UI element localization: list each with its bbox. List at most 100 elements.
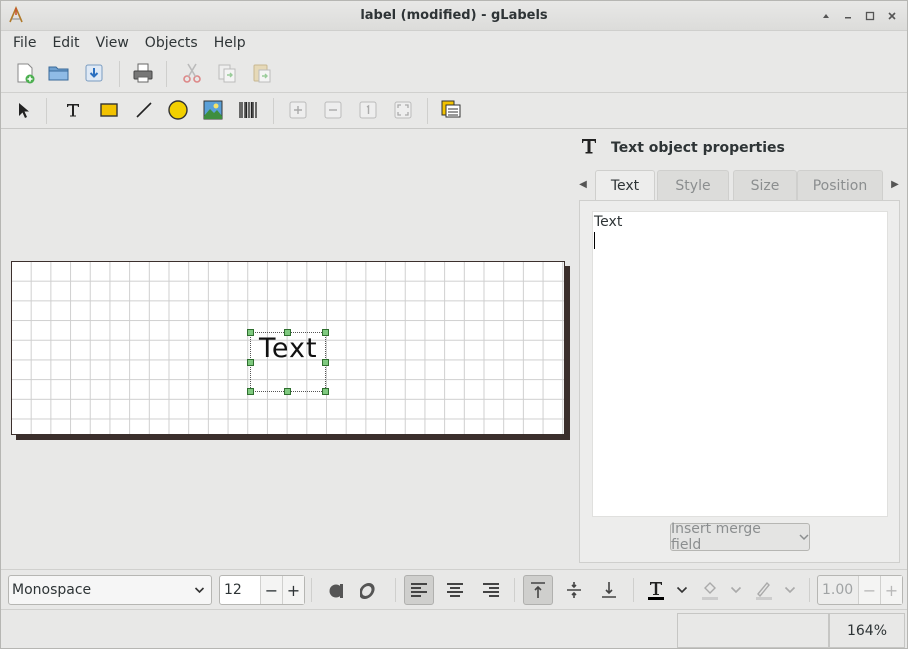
text-color-dropdown-icon[interactable]: [669, 575, 695, 605]
resize-handle-s[interactable]: [284, 388, 291, 395]
menu-file[interactable]: File: [5, 35, 44, 51]
cut-icon: [178, 59, 206, 87]
zoom-1to1-icon: [354, 96, 382, 124]
italic-icon[interactable]: [356, 575, 386, 605]
title-bar: label (modified) - gLabels: [1, 1, 907, 31]
print-icon[interactable]: [129, 59, 157, 87]
resize-handle-w[interactable]: [247, 359, 254, 366]
open-icon[interactable]: [45, 59, 73, 87]
font-size-value[interactable]: 12: [220, 582, 260, 598]
tab-scroll-right-icon[interactable]: ▶: [889, 176, 901, 192]
box-tool-icon[interactable]: [95, 96, 123, 124]
objects-toolbar: [1, 93, 907, 129]
menu-objects[interactable]: Objects: [137, 35, 206, 51]
line-width-spinner: 1.00 − +: [817, 575, 903, 605]
toolbar-separator: [119, 61, 120, 87]
zoom-out-icon: [319, 96, 347, 124]
status-bar: 164%: [1, 609, 907, 648]
line-tool-icon[interactable]: [130, 96, 158, 124]
tab-position[interactable]: Position: [797, 170, 883, 200]
zoom-level: 164%: [829, 613, 905, 648]
toolbar-separator: [166, 61, 167, 87]
text-object[interactable]: Text: [250, 332, 326, 392]
app-window: label (modified) - gLabels File Edit Vie…: [0, 0, 908, 649]
text-editor-content: Text: [594, 214, 623, 230]
tab-text[interactable]: Text: [595, 170, 655, 201]
resize-handle-sw[interactable]: [247, 388, 254, 395]
window-title: label (modified) - gLabels: [360, 8, 548, 23]
barcode-tool-icon[interactable]: [234, 96, 262, 124]
zoom-in-icon: [284, 96, 312, 124]
label-canvas[interactable]: Text: [1, 129, 571, 609]
increment-icon: +: [880, 576, 902, 604]
font-family-value: Monospace: [12, 582, 92, 598]
tab-style[interactable]: Style: [657, 170, 729, 200]
ellipse-tool-icon[interactable]: [164, 96, 192, 124]
insert-merge-field-button[interactable]: Insert merge field: [670, 521, 810, 553]
properties-panel: Text object properties ◀ Text Style Size…: [573, 129, 907, 569]
toolbar-separator: [514, 578, 515, 602]
text-tab-page: Text Insert merge field: [579, 200, 900, 563]
menu-view[interactable]: View: [88, 35, 137, 51]
resize-handle-n[interactable]: [284, 329, 291, 336]
properties-title: Text object properties: [611, 140, 785, 156]
tab-scroll-left-icon[interactable]: ◀: [577, 176, 589, 192]
chevron-down-icon: [799, 529, 809, 545]
align-center-icon[interactable]: [440, 575, 470, 605]
menu-help[interactable]: Help: [206, 35, 254, 51]
line-width-value: 1.00: [822, 582, 854, 598]
chevron-down-icon: [194, 582, 205, 601]
tab-size[interactable]: Size: [733, 170, 797, 200]
toolbar-separator: [809, 578, 810, 602]
line-color-icon: [749, 575, 779, 605]
text-cursor: [594, 232, 595, 249]
text-properties-toolbar: Monospace 12 − + 1.00 − +: [1, 569, 907, 609]
fill-color-icon: [695, 575, 725, 605]
resize-handle-e[interactable]: [322, 359, 329, 366]
window-controls: [815, 6, 903, 26]
select-arrow-icon[interactable]: [10, 96, 38, 124]
cursor-position: [677, 613, 829, 648]
image-tool-icon[interactable]: [199, 96, 227, 124]
menu-bar: File Edit View Objects Help: [1, 31, 907, 55]
fill-color-dropdown-icon: [723, 575, 749, 605]
new-icon[interactable]: [11, 59, 39, 87]
toolbar-separator: [633, 578, 634, 602]
resize-handle-se[interactable]: [322, 388, 329, 395]
zoom-fit-icon: [389, 96, 417, 124]
increment-icon[interactable]: +: [282, 576, 304, 604]
bold-icon[interactable]: [321, 575, 351, 605]
font-family-select[interactable]: Monospace: [8, 575, 212, 605]
main-toolbar: [1, 55, 907, 93]
resize-handle-nw[interactable]: [247, 329, 254, 336]
valign-middle-icon[interactable]: [559, 575, 589, 605]
valign-top-icon[interactable]: [523, 575, 553, 605]
line-color-dropdown-icon: [777, 575, 803, 605]
text-object-content: Text: [259, 333, 318, 364]
copy-icon: [213, 59, 241, 87]
label-sheet[interactable]: Text: [11, 261, 565, 435]
minimize-icon[interactable]: [837, 6, 859, 26]
shade-icon[interactable]: [815, 6, 837, 26]
decrement-icon[interactable]: −: [260, 576, 282, 604]
properties-header: Text object properties: [581, 137, 785, 159]
text-color-icon[interactable]: [641, 575, 671, 605]
properties-tabs: ◀ Text Style Size Position ▶: [577, 170, 903, 201]
save-icon[interactable]: [80, 59, 108, 87]
align-left-icon[interactable]: [404, 575, 434, 605]
text-tool-icon[interactable]: [59, 96, 87, 124]
toolbar-separator: [311, 578, 312, 602]
font-size-spinner[interactable]: 12 − +: [219, 575, 305, 605]
resize-handle-ne[interactable]: [322, 329, 329, 336]
valign-bottom-icon[interactable]: [594, 575, 624, 605]
decrement-icon: −: [858, 576, 880, 604]
insert-merge-field-label: Insert merge field: [671, 521, 761, 553]
close-icon[interactable]: [881, 6, 903, 26]
toolbar-separator: [427, 98, 428, 124]
menu-edit[interactable]: Edit: [44, 35, 87, 51]
align-right-icon[interactable]: [476, 575, 506, 605]
maximize-icon[interactable]: [859, 6, 881, 26]
merge-properties-icon[interactable]: [437, 96, 465, 124]
toolbar-separator: [395, 578, 396, 602]
text-editor[interactable]: Text: [592, 211, 888, 517]
